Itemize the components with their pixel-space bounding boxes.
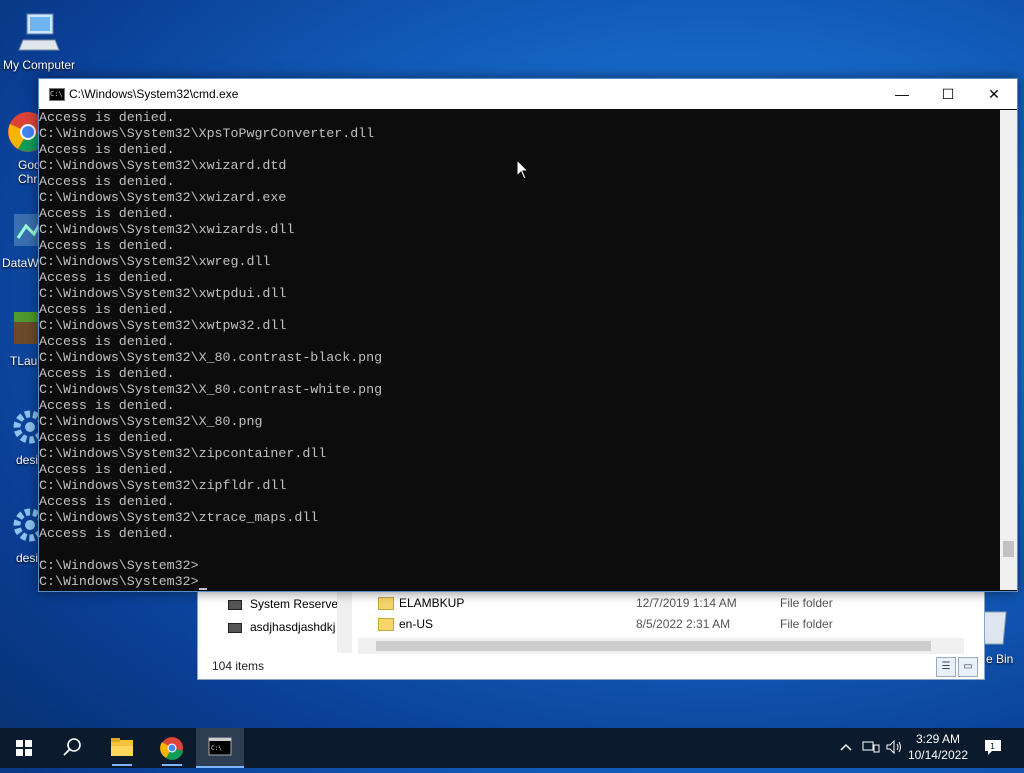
speaker-icon — [886, 739, 901, 755]
file-type: File folder — [780, 596, 833, 610]
notifications-button[interactable]: 1 — [983, 738, 1003, 759]
console-line: C:\Windows\System32\xwtpdui.dll — [39, 286, 287, 301]
console-line: C:\Windows\System32\XpsToPwgrConverter.d… — [39, 126, 375, 141]
console-line: Access is denied. — [39, 494, 175, 509]
scroll-thumb[interactable] — [1003, 541, 1014, 557]
search-icon — [63, 738, 81, 756]
clock-date: 10/14/2022 — [907, 748, 968, 762]
folder-icon — [378, 618, 394, 632]
search-button[interactable] — [48, 728, 96, 768]
svg-text:C:\: C:\ — [211, 745, 222, 752]
navigation-pane[interactable]: System Reserved asdjhasdjashdkj — [198, 589, 353, 653]
console-line: C:\Windows\System32\xwreg.dll — [39, 254, 271, 269]
console-line: Access is denied. — [39, 430, 175, 445]
file-explorer-window[interactable]: System Reserved asdjhasdjashdkj ELAMBKUP… — [197, 588, 985, 680]
cmd-icon: C:\ — [208, 737, 232, 756]
desktop-icon-label: My Computer — [2, 58, 76, 72]
console-line: C:\Windows\System32> — [39, 574, 999, 590]
console-line: C:\Windows\System32\xwizards.dll — [39, 222, 295, 237]
folder-icon — [378, 597, 394, 611]
volume-button[interactable] — [886, 739, 904, 757]
scroll-thumb[interactable] — [376, 641, 931, 651]
title-bar[interactable]: C:\ C:\Windows\System32\cmd.exe — ☐ ✕ — [39, 79, 1017, 109]
file-explorer-icon — [111, 738, 133, 766]
cmd-window[interactable]: C:\ C:\Windows\System32\cmd.exe — ☐ ✕ Ac… — [38, 78, 1018, 592]
start-icon — [16, 740, 32, 756]
console-line: Access is denied. — [39, 398, 175, 413]
console-line: Access is denied. — [39, 302, 175, 317]
chevron-up-icon — [840, 743, 852, 751]
console-line: C:\Windows\System32\ztrace_maps.dll — [39, 510, 319, 525]
desktop-icon-my-computer[interactable]: My Computer — [1, 10, 77, 72]
console-line: Access is denied. — [39, 526, 175, 541]
file-row[interactable]: en-US 8/5/2022 2:31 AM File folder — [378, 614, 978, 634]
chrome-icon — [160, 737, 183, 766]
console-line: C:\Windows\System32\zipcontainer.dll — [39, 446, 327, 461]
console-line: C:\Windows\System32\xwizard.exe — [39, 190, 287, 205]
console-line: Access is denied. — [39, 142, 175, 157]
console-line: C:\Windows\System32\zipfldr.dll — [39, 478, 287, 493]
nav-scrollbar[interactable] — [337, 589, 352, 653]
clock-time: 3:29 AM — [915, 732, 960, 746]
console-output[interactable]: Access is denied. C:\Windows\System32\Xps… — [39, 110, 999, 590]
svg-text:1: 1 — [990, 742, 995, 751]
taskbar-file-explorer[interactable] — [98, 728, 146, 768]
drive-icon — [228, 599, 242, 610]
nav-item-system-reserved[interactable]: System Reserved — [228, 597, 345, 611]
mouse-pointer-icon — [517, 160, 529, 180]
window-title: C:\Windows\System32\cmd.exe — [69, 87, 239, 101]
file-date: 8/5/2022 2:31 AM — [636, 617, 731, 631]
file-type: File folder — [780, 617, 833, 631]
console-line: Access is denied. — [39, 462, 175, 477]
nav-item-drive[interactable]: asdjhasdjashdkj — [228, 620, 335, 634]
details-view-button[interactable]: ☰ — [936, 657, 956, 677]
network-icon — [862, 741, 880, 753]
console-line: Access is denied. — [39, 206, 175, 221]
console-line: Access is denied. — [39, 238, 175, 253]
network-button[interactable] — [862, 740, 880, 757]
file-row[interactable]: ELAMBKUP 12/7/2019 1:14 AM File folder — [378, 593, 978, 613]
nav-item-label: System Reserved — [250, 597, 345, 611]
console-line: C:\Windows\System32> — [39, 558, 199, 573]
console-scrollbar[interactable] — [1000, 110, 1017, 590]
cmd-icon: C:\ — [49, 88, 65, 101]
file-date: 12/7/2019 1:14 AM — [636, 596, 737, 610]
clock[interactable]: 3:29 AM 10/14/2022 — [908, 731, 968, 763]
console-line: C:\Windows\System32\X_80.contrast-white.… — [39, 382, 383, 397]
horizontal-scrollbar[interactable] — [358, 638, 964, 654]
large-icons-view-button[interactable]: ▭ — [958, 657, 978, 677]
taskbar: C:\ 3:29 AM 10/14/2022 1 — [0, 728, 1024, 768]
status-item-count: 104 items — [212, 659, 265, 673]
nav-item-label: asdjhasdjashdkj — [250, 620, 336, 634]
taskbar-cmd[interactable]: C:\ — [196, 728, 244, 768]
console-line: C:\Windows\System32\xwtpw32.dll — [39, 318, 287, 333]
notification-icon: 1 — [985, 740, 1001, 755]
drive-icon — [228, 622, 242, 633]
file-name: en-US — [399, 617, 434, 631]
console-line: Access is denied. — [39, 334, 175, 349]
console-line: Access is denied. — [39, 366, 175, 381]
file-name: ELAMBKUP — [399, 596, 465, 610]
show-hidden-icons-button[interactable] — [839, 740, 853, 757]
console-line: Access is denied. — [39, 270, 175, 285]
close-button[interactable]: ✕ — [971, 79, 1017, 109]
text-cursor — [198, 588, 207, 590]
start-button[interactable] — [0, 728, 48, 768]
computer-icon — [18, 13, 60, 51]
console-line: C:\Windows\System32\X_80.contrast-black.… — [39, 350, 383, 365]
console-line: Access is denied. — [39, 110, 175, 125]
maximize-button[interactable]: ☐ — [925, 79, 971, 109]
console-line: C:\Windows\System32\X_80.png — [39, 414, 263, 429]
minimize-button[interactable]: — — [879, 79, 925, 109]
taskbar-chrome[interactable] — [148, 728, 196, 768]
